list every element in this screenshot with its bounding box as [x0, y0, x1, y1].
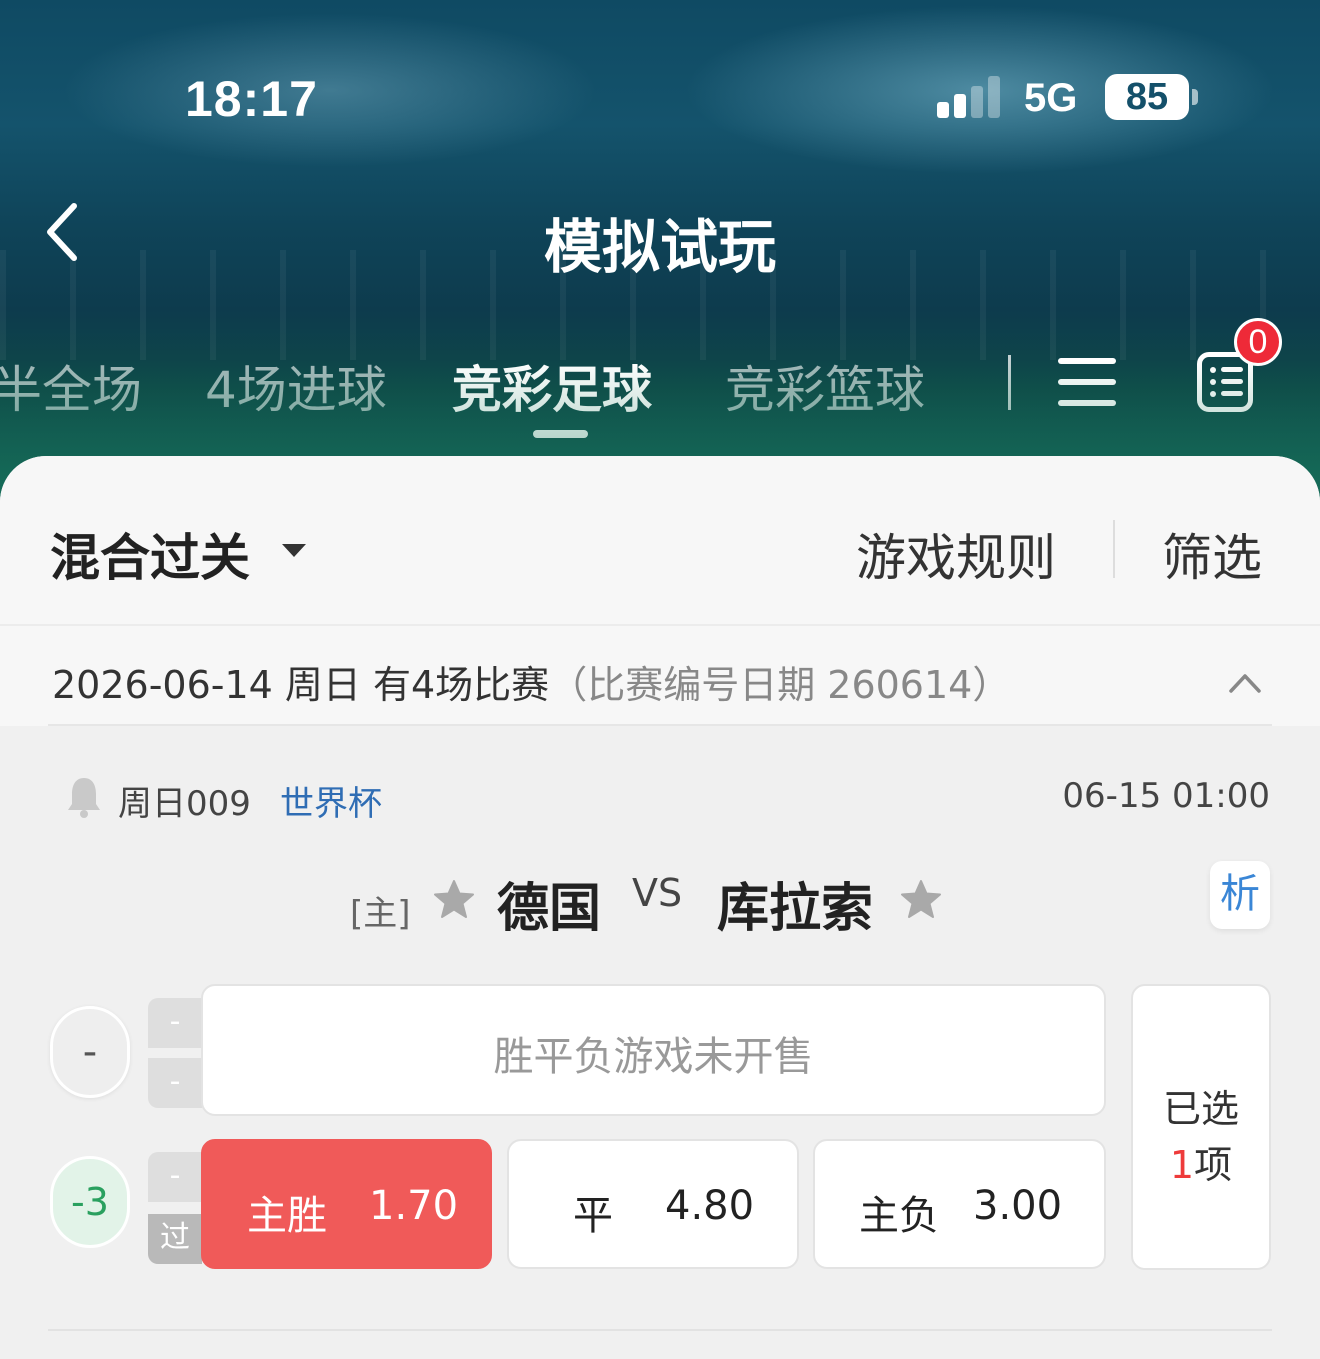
- cart-count-badge: 0: [1234, 318, 1282, 366]
- date-summary: 2026-06-14 周日 有4场比赛: [52, 663, 550, 707]
- page-title: 模拟试玩: [543, 213, 776, 281]
- selected-number: 1: [1169, 1143, 1195, 1187]
- bell-icon[interactable]: [66, 774, 102, 820]
- content-panel: 混合过关 游戏规则 筛选 2026-06-14 周日 有4场比赛（比赛编号日期 …: [0, 456, 1320, 1359]
- vs-label: VS: [632, 871, 683, 915]
- toolbar-divider: [1113, 520, 1115, 578]
- odds-row: 主胜 1.70 平 4.80 主负 3.00: [201, 1139, 1106, 1271]
- star-icon[interactable]: [432, 878, 476, 922]
- play-mode-dropdown[interactable]: 混合过关: [50, 518, 250, 590]
- menu-icon[interactable]: [1058, 358, 1116, 406]
- date-note: （比赛编号日期 260614）: [549, 663, 1011, 707]
- odds-label: 主负: [859, 1193, 939, 1239]
- header-background: 18:17 5G 85 模拟试玩 半全场 4场进球 竞彩足球 竞彩篮球 0: [0, 0, 1320, 500]
- rules-link[interactable]: 游戏规则: [856, 518, 1056, 590]
- league-label[interactable]: 世界杯: [280, 776, 382, 825]
- tab-basketball[interactable]: 竞彩篮球: [725, 350, 925, 422]
- handicap-pill: -3: [50, 1156, 130, 1248]
- odds-label: 平: [573, 1193, 613, 1239]
- kickoff-time: 06-15 01:00: [1062, 776, 1270, 816]
- active-tab-indicator: [533, 430, 588, 438]
- home-team: 德国: [497, 879, 602, 939]
- network-label: 5G: [1024, 76, 1078, 120]
- odds-value: 4.80: [665, 1183, 755, 1229]
- tab-half-full[interactable]: 半全场: [0, 350, 142, 422]
- battery-cap: [1192, 89, 1198, 105]
- date-header[interactable]: 2026-06-14 周日 有4场比赛（比赛编号日期 260614）: [52, 654, 1010, 709]
- odds-value: 3.00: [973, 1183, 1063, 1229]
- selected-unit: 项: [1194, 1143, 1233, 1187]
- parlay-tag: 过: [148, 1214, 202, 1264]
- odds-value: 1.70: [369, 1183, 459, 1229]
- toolbar-area: 混合过关 游戏规则 筛选 2026-06-14 周日 有4场比赛（比赛编号日期 …: [0, 456, 1320, 726]
- home-tag: [主]: [350, 894, 411, 934]
- battery-icon: 85: [1105, 74, 1189, 120]
- caret-down-icon[interactable]: [282, 544, 306, 557]
- not-on-sale-text: 胜平负游戏未开售: [493, 1034, 814, 1080]
- divider: [0, 624, 1320, 626]
- match-number: 周日009: [118, 784, 251, 824]
- star-icon[interactable]: [899, 878, 943, 922]
- odds-home-loss[interactable]: 主负 3.00: [813, 1139, 1106, 1269]
- parlay-tag: -: [148, 1058, 202, 1108]
- signal-icon: [937, 76, 1001, 118]
- tab-4-goals[interactable]: 4场进球: [205, 350, 387, 422]
- odds-draw[interactable]: 平 4.80: [507, 1139, 799, 1269]
- selected-count-box[interactable]: 已选 1项: [1131, 984, 1271, 1270]
- match-card: 周日009 世界杯 06-15 01:00 [主] 德国 VS 库拉索 析 - …: [0, 726, 1320, 1359]
- divider: [48, 1329, 1272, 1331]
- odds-home-win[interactable]: 主胜 1.70: [201, 1139, 492, 1269]
- chevron-up-icon[interactable]: [1228, 666, 1262, 700]
- selected-label: 已选: [1162, 1087, 1239, 1131]
- tab-football[interactable]: 竞彩足球: [452, 350, 652, 422]
- tab-divider: [1008, 355, 1011, 410]
- bet-slip-icon[interactable]: [1197, 352, 1253, 412]
- filter-button[interactable]: 筛选: [1162, 518, 1262, 590]
- odds-label: 主胜: [247, 1193, 327, 1239]
- handicap-pill: -: [50, 1006, 130, 1098]
- single-tag: -: [148, 998, 202, 1048]
- not-on-sale-box: 胜平负游戏未开售: [201, 984, 1106, 1116]
- selected-count: 1项: [1133, 1134, 1269, 1189]
- single-tag: -: [148, 1152, 202, 1202]
- status-time: 18:17: [185, 71, 318, 127]
- analysis-button[interactable]: 析: [1210, 861, 1270, 929]
- away-team: 库拉索: [717, 879, 874, 939]
